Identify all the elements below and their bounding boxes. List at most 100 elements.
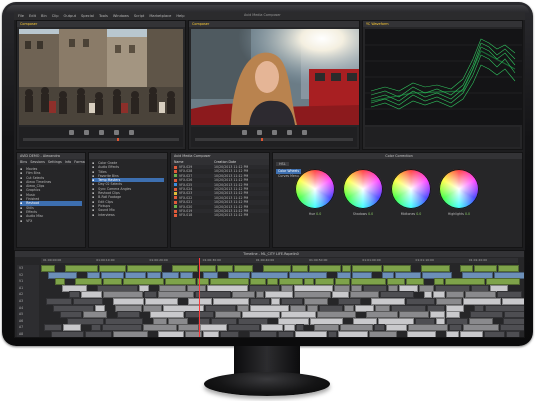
record-monitor[interactable]: Composer xyxy=(188,20,360,150)
clip-color-chip xyxy=(174,169,177,173)
monitor-screen: File Edit Bin Clip Output Special Tools Windows… xyxy=(14,12,525,338)
menu-item-special[interactable]: Special xyxy=(81,14,94,18)
column-name[interactable]: Name xyxy=(174,160,214,164)
play-button[interactable] xyxy=(98,130,104,135)
timeline-clip[interactable] xyxy=(158,331,184,337)
bin-contents-list: ▪ Color Grade ▪ Audio Effects ▪ Titles ▪ Favori… xyxy=(89,159,167,219)
color-wheel-shadows[interactable] xyxy=(343,169,383,209)
timeline-clip[interactable] xyxy=(369,331,397,337)
menu-item-help[interactable]: Help xyxy=(176,14,184,18)
source-position-bar[interactable] xyxy=(23,138,179,141)
color-wheel-midtones[interactable] xyxy=(391,169,431,209)
clip-color-chip xyxy=(174,178,177,182)
timeline-clip[interactable] xyxy=(220,331,239,337)
waveform-scope: YC Waveform xyxy=(362,20,523,150)
scope-bar: YC Waveform xyxy=(363,21,522,27)
scope-transport xyxy=(365,127,520,147)
timeline-clip[interactable] xyxy=(295,331,327,337)
clip-table-panel: Avid Media Composer Name Creation Date V… xyxy=(170,152,270,248)
menu-item-marketplace[interactable]: Marketplace xyxy=(149,14,171,18)
color-wheel-value: 0.0 xyxy=(368,212,374,216)
column-date[interactable]: Creation Date xyxy=(214,160,236,164)
bin-contents: ▪ Color Grade ▪ Audio Effects ▪ Titles ▪ Favori… xyxy=(88,152,168,248)
cc-mode-tab[interactable]: HSL xyxy=(276,162,289,166)
menu-item-script[interactable]: Script xyxy=(134,14,144,18)
ruler-mark: 01:00:30:00 xyxy=(202,258,221,262)
source-frame xyxy=(19,29,183,125)
source-monitor-label: Composer xyxy=(20,22,38,26)
timeline-clip[interactable] xyxy=(85,331,112,337)
record-step-forward-button[interactable] xyxy=(286,130,292,135)
ruler-mark: 01:01:20:00 xyxy=(468,258,488,262)
monitor-neck xyxy=(234,346,300,374)
timeline-clip[interactable] xyxy=(506,331,520,337)
project-tab-settings[interactable]: Settings xyxy=(48,160,62,164)
source-monitor-bar: Composer xyxy=(17,21,185,27)
timeline-clip[interactable] xyxy=(407,331,436,337)
timeline-clip[interactable] xyxy=(51,331,84,337)
clip-color-chip xyxy=(174,205,177,209)
menu-item-clip[interactable]: Clip xyxy=(52,14,59,18)
mark-out-button[interactable] xyxy=(128,130,134,135)
color-wheel-label: Midtones xyxy=(400,212,417,216)
mark-in-button[interactable] xyxy=(68,130,74,135)
clip-color-chip xyxy=(174,191,177,195)
timeline-clip[interactable] xyxy=(278,331,294,337)
project-window: AVID DEMO - Alexandra Bins Sessions Settin… xyxy=(16,152,86,248)
timeline-clip[interactable] xyxy=(446,331,459,337)
color-wheel-highlights[interactable] xyxy=(439,169,479,209)
table-row[interactable]: VFX-018 10/20/2013 11:12 PM xyxy=(171,213,269,217)
timeline-clip[interactable] xyxy=(460,331,483,337)
menu-item-edit[interactable]: Edit xyxy=(29,14,36,18)
timeline-clip[interactable] xyxy=(484,331,505,337)
project-tab-format[interactable]: Format xyxy=(74,160,85,164)
menu-item-file[interactable]: File xyxy=(18,14,24,18)
record-mark-in-button[interactable] xyxy=(241,130,247,135)
color-wheel-caption: Hue 0.0 xyxy=(295,212,335,216)
timeline-ruler[interactable]: 01:00:00:00 01:00:10:00 01:00:20:00 01:00:3… xyxy=(41,258,518,263)
record-position-bar[interactable] xyxy=(195,138,353,141)
record-mark-out-button[interactable] xyxy=(301,130,307,135)
timeline-clip[interactable] xyxy=(249,331,277,337)
color-wheel-value: 0.0 xyxy=(316,212,322,216)
cc-mode-label[interactable]: HSL xyxy=(276,162,289,166)
ruler-mark: 01:00:10:00 xyxy=(96,258,115,262)
ruler-mark: 01:01:00:00 xyxy=(362,258,381,262)
bin-icon: ▪ xyxy=(20,218,23,223)
timeline-clip[interactable] xyxy=(338,331,368,337)
source-monitor[interactable]: Composer xyxy=(16,20,186,150)
bin-item[interactable]: ▪ VFX xyxy=(20,219,82,223)
timeline-clip[interactable] xyxy=(328,331,337,337)
menu-item-bin[interactable]: Bin xyxy=(41,14,47,18)
menu-item-output[interactable]: Output xyxy=(64,14,76,18)
project-tab-sessions[interactable]: Sessions xyxy=(30,160,45,164)
color-correction-title: Color Correction xyxy=(273,153,522,159)
source-transport xyxy=(19,127,183,147)
timeline-title: Timeline - ML_CITY LIFE.Ropelin0 xyxy=(15,251,524,257)
color-wheel-value: 0.0 xyxy=(416,212,422,216)
bin-icon: ▪ xyxy=(92,212,95,217)
step-forward-button[interactable] xyxy=(113,130,119,135)
clip-name: VFX-018 xyxy=(174,213,214,217)
menu-item-windows[interactable]: Windows xyxy=(113,14,129,18)
bin-contents-item[interactable]: ▪ Interviews xyxy=(92,213,164,217)
clip-color-chip xyxy=(174,187,177,191)
record-step-back-button[interactable] xyxy=(256,130,262,135)
project-tab-info[interactable]: Info xyxy=(65,160,71,164)
timeline-clip[interactable] xyxy=(203,331,219,337)
project-tab-bins[interactable]: Bins xyxy=(20,160,27,164)
track-header-a8[interactable]: A8 xyxy=(17,331,39,337)
step-back-button[interactable] xyxy=(83,130,89,135)
ruler-mark: 01:00:00:00 xyxy=(43,258,62,262)
color-wheel-hue[interactable] xyxy=(295,169,335,209)
timeline-clip[interactable] xyxy=(113,331,148,337)
clip-date: 10/20/2013 11:12 PM xyxy=(214,213,249,218)
record-transport xyxy=(191,127,357,147)
timeline-window: Timeline - ML_CITY LIFE.Ropelin0 01:00:0… xyxy=(14,250,525,338)
playhead[interactable] xyxy=(199,258,200,337)
record-play-button[interactable] xyxy=(271,130,277,135)
menu-item-tools[interactable]: Tools xyxy=(99,14,108,18)
app-title: Avid Media Composer xyxy=(244,13,281,17)
color-wheel-label: Shadows xyxy=(352,212,369,216)
bin-list: ▪ Movies ▪ Film Bins ▪ Cut Selects ▪ Alexa Time… xyxy=(17,165,85,225)
